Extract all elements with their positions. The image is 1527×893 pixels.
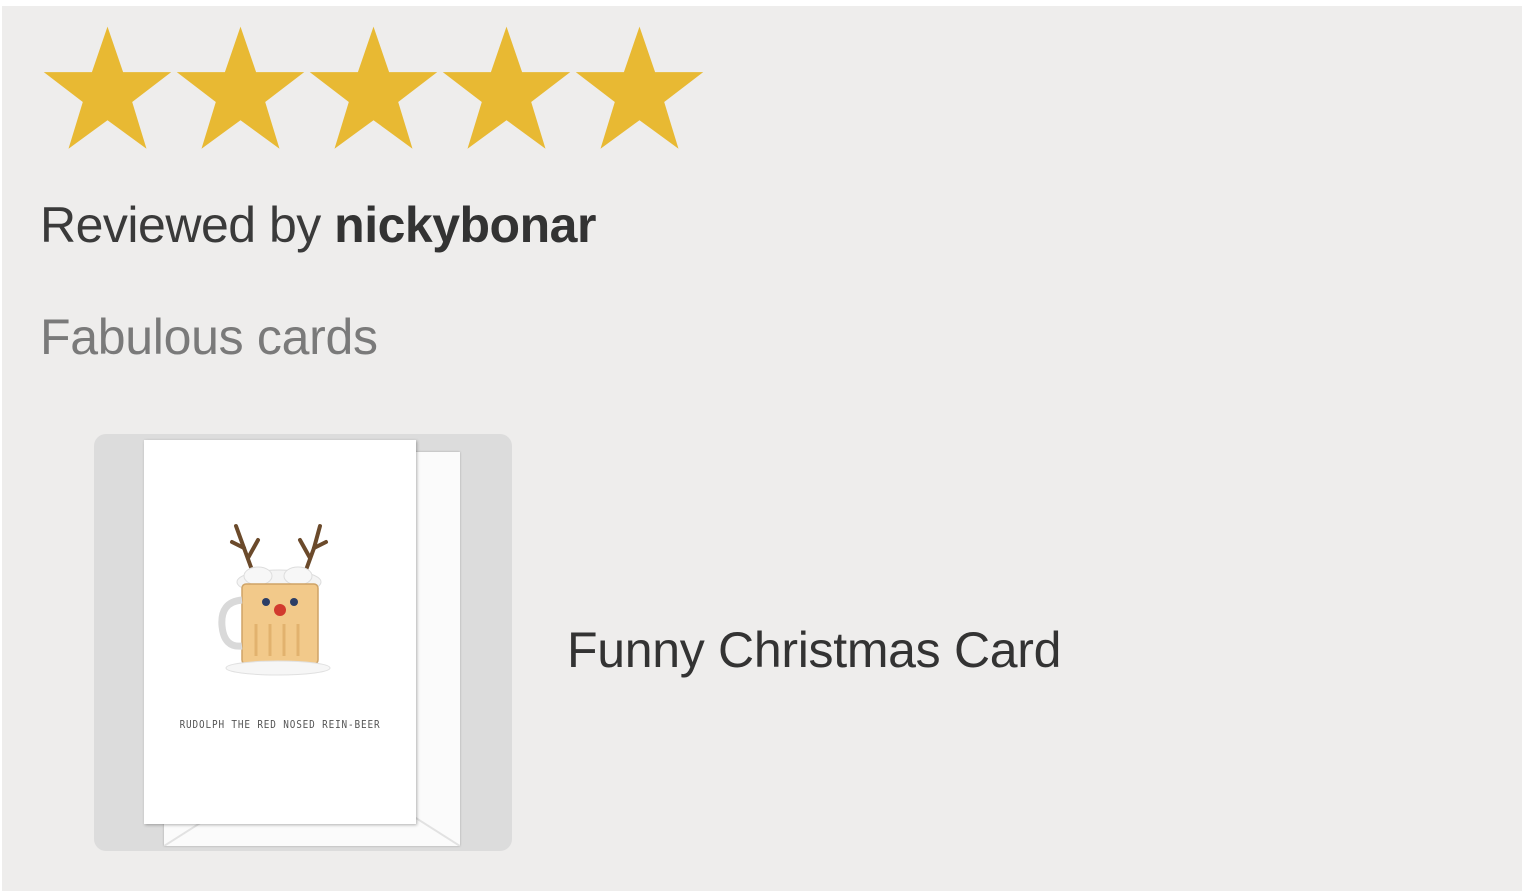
reviewer-name[interactable]: nickybonar <box>334 197 596 253</box>
star-icon <box>308 24 439 154</box>
reviewer-line: Reviewed by nickybonar <box>40 196 596 254</box>
reindeer-beer-mug-icon <box>214 518 344 698</box>
card-caption: RUDOLPH THE RED NOSED REIN-BEER <box>179 718 381 731</box>
reviewed-by-label: Reviewed by <box>40 197 335 253</box>
review-text: Fabulous cards <box>40 309 378 365</box>
star-icon <box>574 24 705 154</box>
star-icon <box>42 24 173 154</box>
review-card: Reviewed by nickybonar Fabulous cards RU… <box>2 6 1522 891</box>
product-image[interactable]: RUDOLPH THE RED NOSED REIN-BEER <box>94 434 512 851</box>
product-title-link[interactable]: Funny Christmas Card <box>567 621 1061 679</box>
star-icon <box>441 24 572 154</box>
star-icon <box>175 24 306 154</box>
card-front-image: RUDOLPH THE RED NOSED REIN-BEER <box>144 440 416 824</box>
star-rating <box>42 24 705 154</box>
